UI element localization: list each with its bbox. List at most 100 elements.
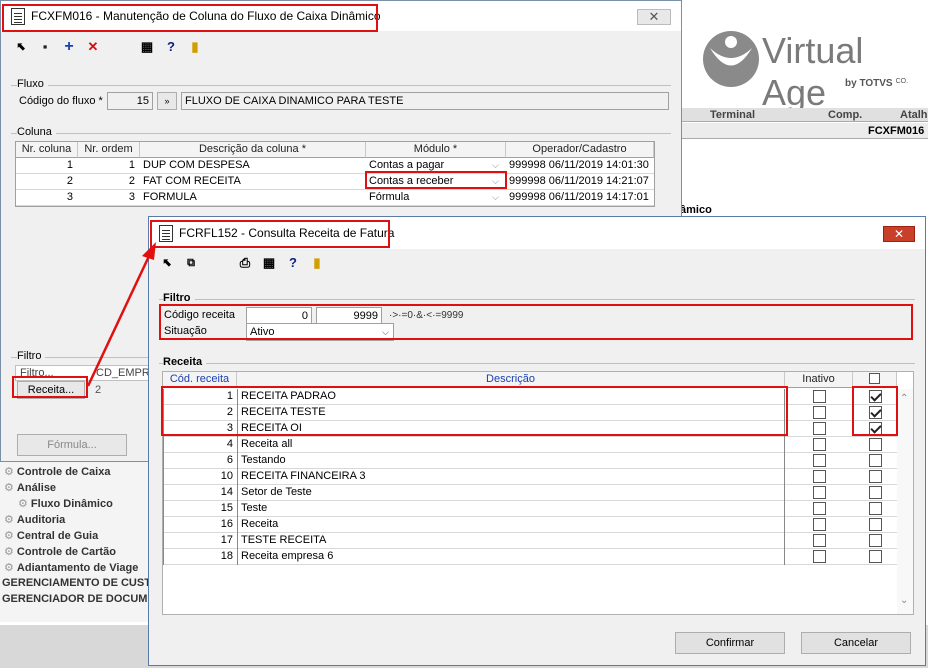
select-checkbox[interactable] (869, 486, 882, 499)
inativo-checkbox[interactable] (813, 470, 826, 483)
grid-icon[interactable]: ▦ (139, 39, 155, 55)
table-row[interactable]: 16 Receita (163, 517, 897, 533)
tree-item[interactable]: ⚙ Controle de Caixa (4, 465, 110, 478)
inativo-checkbox[interactable] (813, 518, 826, 531)
formula-button[interactable]: Fórmula... (17, 434, 127, 456)
table-cell-modulo[interactable]: Fórmula (369, 190, 501, 205)
table-cell-operador: 999998 06/11/2019 14:01:30 (509, 159, 649, 171)
door-icon[interactable]: ▮ (187, 39, 203, 55)
table-row[interactable]: 10 RECEITA FINANCEIRA 3 (163, 469, 897, 485)
tree-item[interactable]: ⚙ Auditoria (4, 513, 65, 526)
tree-item[interactable]: ⚙ Controle de Cartão (4, 545, 116, 558)
table-cell-cod: 18 (220, 550, 233, 562)
add-icon[interactable]: + (61, 39, 77, 55)
select-checkbox[interactable] (869, 422, 882, 435)
select-all-checkbox[interactable] (869, 373, 880, 384)
select-checkbox[interactable] (869, 406, 882, 419)
inativo-checkbox[interactable] (813, 534, 826, 547)
tree-node-icon: ⚙ (4, 514, 17, 526)
table-row[interactable]: 4 Receita all (163, 437, 897, 453)
delete-icon[interactable]: ✕ (85, 39, 101, 55)
tree-section-label[interactable]: GERENCIADOR DE DOCUMEN (2, 593, 163, 605)
inativo-checkbox[interactable] (813, 406, 826, 419)
table-row[interactable]: 1 RECEITA PADRAO (163, 389, 897, 405)
tree-item[interactable]: ⚙ Fluxo Dinâmico (18, 497, 113, 510)
document-icon (159, 224, 173, 242)
document-icon (11, 7, 25, 25)
print-icon[interactable]: ⎙ (237, 255, 253, 271)
column-header[interactable]: Operador/Cadastro (506, 142, 654, 158)
header-comp: Comp. (828, 109, 863, 121)
grid-icon[interactable]: ▦ (261, 255, 277, 271)
tree-node-icon: ⚙ (4, 562, 17, 574)
inativo-checkbox[interactable] (813, 486, 826, 499)
tree-item[interactable]: ⚙ Adiantamento de Viage (4, 561, 138, 574)
filtro-group (159, 299, 915, 300)
column-header[interactable]: Nr. coluna (16, 142, 78, 158)
table-row[interactable]: 2 2 FAT COM RECEITA Contas a receber ⌵ 999998… (16, 174, 654, 190)
scrollbar[interactable]: ⌃ ⌄ (897, 389, 913, 614)
select-checkbox[interactable] (869, 550, 882, 563)
door-icon[interactable]: ▮ (309, 255, 325, 271)
inativo-checkbox[interactable] (813, 550, 826, 563)
help-icon[interactable]: ? (163, 39, 179, 55)
close-button[interactable]: ✕ (637, 9, 671, 25)
inativo-checkbox[interactable] (813, 438, 826, 451)
codigo-lookup-button[interactable]: » (157, 92, 177, 110)
cancel-button[interactable]: Cancelar (801, 632, 911, 654)
column-header-desc[interactable]: Descrição (237, 372, 785, 388)
column-header-inativo[interactable]: Inativo (785, 372, 853, 388)
codigo-input[interactable]: 15 (107, 92, 153, 110)
select-checkbox[interactable] (869, 534, 882, 547)
select-checkbox[interactable] (869, 454, 882, 467)
column-header-select[interactable] (853, 372, 897, 388)
confirm-button[interactable]: Confirmar (675, 632, 785, 654)
chevron-down-icon: ⌵ (382, 327, 389, 337)
table-row[interactable]: 3 3 FORMULA Fórmula ⌵ 999998 06/11/2019 14:17… (16, 190, 654, 206)
table-cell-operador: 999998 06/11/2019 14:21:07 (509, 175, 649, 187)
exit-icon[interactable]: ⬉ (13, 39, 29, 55)
inativo-checkbox[interactable] (813, 390, 826, 403)
column-header[interactable]: Nr. ordem (78, 142, 140, 158)
chevron-down-icon: ⌄ (900, 595, 909, 606)
inativo-checkbox[interactable] (813, 454, 826, 467)
select-checkbox[interactable] (869, 390, 882, 403)
table-row[interactable]: 1 1 DUP COM DESPESA Contas a pagar ⌵ 999998 0… (16, 158, 654, 174)
table-cell-ordem: 1 (128, 159, 135, 171)
tree-item[interactable]: ⚙ Análise (4, 481, 56, 494)
table-row[interactable]: 17 TESTE RECEITA (163, 533, 897, 549)
table-cell-cod: 16 (220, 518, 233, 530)
table-cell-modulo[interactable]: Contas a pagar (369, 158, 501, 173)
copy-icon[interactable]: ⧉ (183, 255, 199, 271)
table-row[interactable]: 6 Testando (163, 453, 897, 469)
table-row[interactable]: 18 Receita empresa 6 (163, 549, 897, 565)
table-cell-separator (237, 517, 238, 533)
help-icon[interactable]: ? (285, 255, 301, 271)
tree-item[interactable]: ⚙ Central de Guia (4, 529, 98, 542)
table-row[interactable]: 15 Teste (163, 501, 897, 517)
column-header[interactable]: Descrição da coluna * (140, 142, 366, 158)
table-cell-modulo[interactable]: Contas a receber (369, 174, 501, 189)
table-row[interactable]: 2 RECEITA TESTE (163, 405, 897, 421)
table-cell-operador: 999998 06/11/2019 14:17:01 (509, 191, 649, 203)
save-icon[interactable]: ▪ (37, 39, 53, 55)
select-checkbox[interactable] (869, 502, 882, 515)
select-checkbox[interactable] (869, 470, 882, 483)
situacao-select[interactable]: Ativo ⌵ (246, 323, 394, 341)
receita-button[interactable]: Receita... (17, 381, 85, 399)
close-button[interactable]: ✕ (883, 226, 915, 242)
select-checkbox[interactable] (869, 438, 882, 451)
inativo-checkbox[interactable] (813, 502, 826, 515)
chevron-down-icon: ⌵ (492, 160, 499, 170)
tree-section-label[interactable]: GERENCIAMENTO DE CUSTO (2, 577, 159, 589)
table-cell-cod: 17 (220, 534, 233, 546)
inativo-checkbox[interactable] (813, 422, 826, 435)
table-row[interactable]: 3 RECEITA OI (163, 421, 897, 437)
situacao-label: Situação (164, 325, 207, 337)
codigo-receita-label: Código receita (164, 309, 235, 321)
column-header[interactable]: Módulo * (366, 142, 506, 158)
table-row[interactable]: 14 Setor de Teste (163, 485, 897, 501)
column-header-cod[interactable]: Cód. receita (163, 372, 237, 388)
table-cell-desc: Receita empresa 6 (241, 550, 334, 562)
select-checkbox[interactable] (869, 518, 882, 531)
